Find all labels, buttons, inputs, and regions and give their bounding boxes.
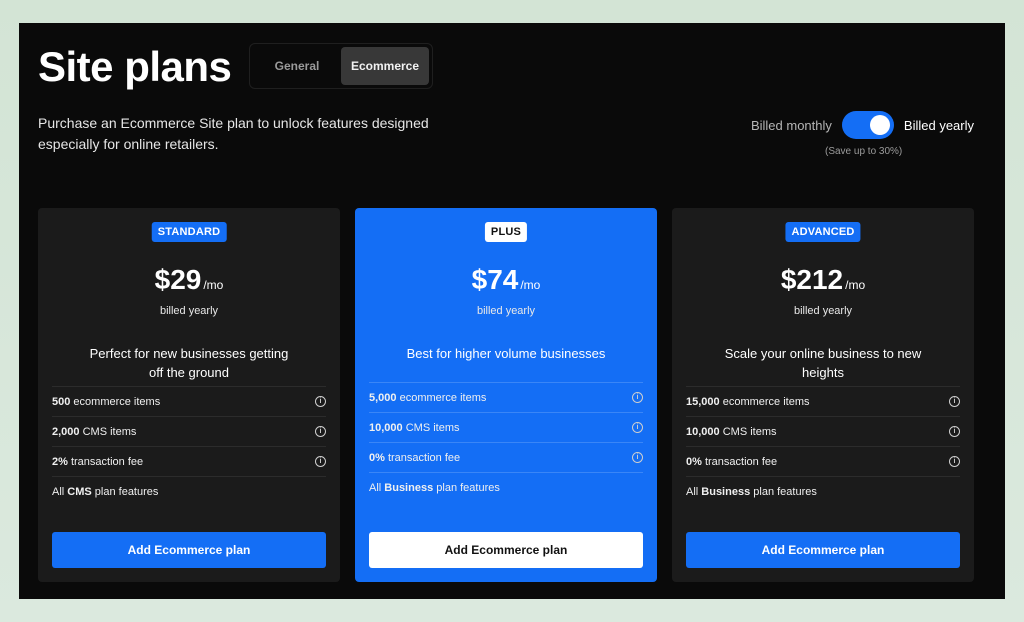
feature-label: transaction fee <box>701 455 778 468</box>
feature-item: All Business plan features <box>686 476 960 506</box>
feature-value: Business <box>384 481 434 494</box>
feature-item: 0% transaction fee i <box>369 442 643 472</box>
feature-value: 0% <box>686 455 702 468</box>
billed-yearly-label[interactable]: Billed yearly <box>904 118 974 133</box>
plan-price: $212 <box>780 264 844 295</box>
feature-item: 15,000 ecommerce items i <box>686 386 960 416</box>
plan-badge: STANDARD <box>151 222 227 242</box>
feature-item: 2% transaction fee i <box>52 446 326 476</box>
feature-label: plan features <box>750 485 817 498</box>
info-icon[interactable]: i <box>632 422 643 433</box>
billing-note: billed yearly <box>476 305 536 317</box>
plan-price: $74 <box>471 264 519 295</box>
plan-card-standard: STANDARD $29/mo billed yearly Perfect fo… <box>38 208 340 582</box>
feature-value: 2% <box>52 455 68 468</box>
feature-value: Business <box>701 485 751 498</box>
feature-value: 2,000 <box>52 425 80 438</box>
info-icon[interactable]: i <box>315 456 326 467</box>
info-icon[interactable]: i <box>315 426 326 437</box>
price-row: $74/mo <box>355 264 657 296</box>
billing-toggle-group: Billed monthly Billed yearly <box>751 111 974 139</box>
add-ecommerce-plan-button[interactable]: Add Ecommerce plan <box>369 532 643 568</box>
plan-price: $29 <box>154 264 202 295</box>
feature-prefix: All <box>52 485 68 498</box>
feature-item: All Business plan features <box>369 472 643 502</box>
price-row: $29/mo <box>38 264 340 296</box>
plan-tagline: Perfect for new businesses getting off t… <box>89 346 289 380</box>
feature-label: CMS items <box>719 425 777 438</box>
plan-card-plus: PLUS $74/mo billed yearly Best for highe… <box>355 208 657 582</box>
feature-value: 500 <box>52 395 71 408</box>
feature-prefix: All <box>369 481 385 494</box>
info-icon[interactable]: i <box>949 396 960 407</box>
feature-label: CMS items <box>79 425 137 438</box>
billing-period-toggle[interactable] <box>841 111 894 139</box>
page-title: Site plans <box>38 43 232 90</box>
feature-item: 10,000 CMS items i <box>686 416 960 446</box>
add-ecommerce-plan-button[interactable]: Add Ecommerce plan <box>686 532 960 568</box>
feature-label: transaction fee <box>67 455 144 468</box>
info-icon[interactable]: i <box>632 452 643 463</box>
info-icon[interactable]: i <box>949 456 960 467</box>
feature-label: plan features <box>433 481 500 494</box>
feature-item: 500 ecommerce items i <box>52 386 326 416</box>
plan-tagline: Best for higher volume businesses <box>406 346 606 361</box>
plan-badge: PLUS <box>484 222 528 242</box>
feature-label: ecommerce items <box>719 395 810 408</box>
feature-item: 5,000 ecommerce items i <box>369 382 643 412</box>
price-period: /mo <box>203 278 224 292</box>
site-plans-panel: Site plans General Ecommerce Purchase an… <box>19 23 1005 599</box>
feature-item: 0% transaction fee i <box>686 446 960 476</box>
feature-prefix: All <box>686 485 702 498</box>
tab-general[interactable]: General <box>253 47 341 85</box>
add-ecommerce-plan-button[interactable]: Add Ecommerce plan <box>52 532 326 568</box>
billed-monthly-label[interactable]: Billed monthly <box>751 118 832 133</box>
info-icon[interactable]: i <box>632 392 643 403</box>
feature-value: 10,000 <box>369 421 403 434</box>
feature-label: plan features <box>91 485 159 498</box>
plan-card-advanced: ADVANCED $212/mo billed yearly Scale you… <box>672 208 974 582</box>
feature-value: 5,000 <box>369 391 397 404</box>
price-period: /mo <box>520 278 541 292</box>
feature-item: All CMS plan features <box>52 476 326 506</box>
feature-value: 15,000 <box>686 395 720 408</box>
page-description: Purchase an Ecommerce Site plan to unloc… <box>38 115 429 152</box>
plan-type-switcher: General Ecommerce <box>249 43 433 89</box>
plan-tagline: Scale your online business to new height… <box>724 346 922 380</box>
feature-list: 500 ecommerce items i 2,000 CMS items i … <box>52 386 326 506</box>
price-row: $212/mo <box>672 264 974 296</box>
price-period: /mo <box>845 278 866 292</box>
feature-item: 2,000 CMS items i <box>52 416 326 446</box>
feature-list: 5,000 ecommerce items i 10,000 CMS items… <box>369 382 643 502</box>
plan-badge: ADVANCED <box>785 222 861 242</box>
feature-value: 10,000 <box>686 425 720 438</box>
feature-value: CMS <box>67 485 92 498</box>
feature-label: transaction fee <box>384 451 461 464</box>
feature-list: 15,000 ecommerce items i 10,000 CMS item… <box>686 386 960 506</box>
toggle-knob <box>869 115 890 135</box>
feature-item: 10,000 CMS items i <box>369 412 643 442</box>
billing-note: billed yearly <box>793 305 853 317</box>
info-icon[interactable]: i <box>949 426 960 437</box>
feature-label: CMS items <box>402 421 460 434</box>
savings-note: (Save up to 30%) <box>825 146 903 157</box>
tab-ecommerce[interactable]: Ecommerce <box>341 47 429 85</box>
feature-label: ecommerce items <box>396 391 487 404</box>
feature-label: ecommerce items <box>70 395 161 408</box>
info-icon[interactable]: i <box>315 396 326 407</box>
feature-value: 0% <box>369 451 385 464</box>
billing-note: billed yearly <box>159 305 219 317</box>
